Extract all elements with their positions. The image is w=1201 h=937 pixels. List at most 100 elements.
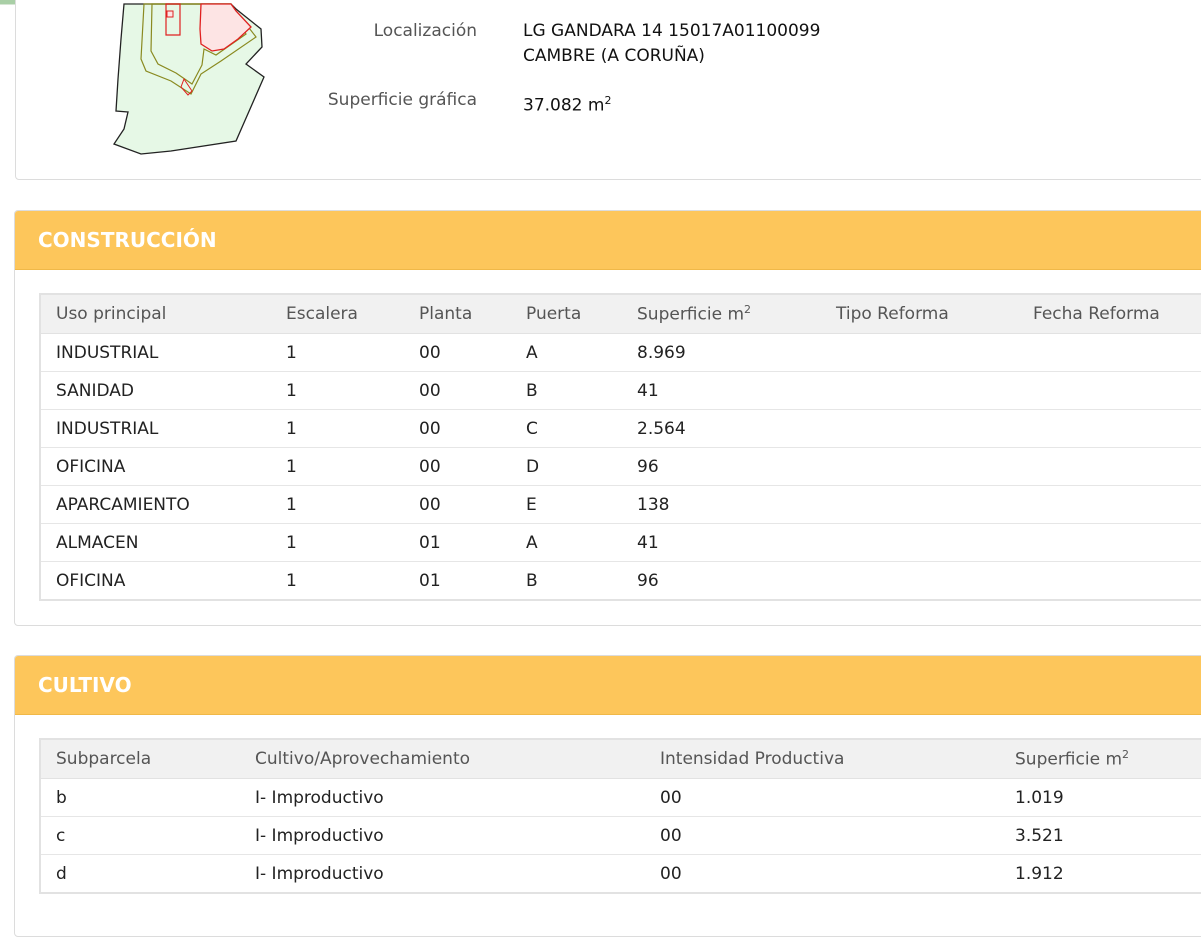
- construccion-table: Uso principal Escalera Planta Puerta Sup…: [41, 295, 1201, 599]
- construccion-title: CONSTRUCCIÓN: [38, 228, 217, 252]
- cell-superficie: 96: [622, 447, 821, 486]
- cell-tipo-reforma: [821, 371, 1018, 410]
- cell-fecha-reforma: [1018, 409, 1201, 448]
- cell-puerta: C: [511, 409, 622, 448]
- cell-uso: INDUSTRIAL: [41, 409, 271, 448]
- cell-cultivo: I- Improductivo: [240, 816, 645, 855]
- cultivo-header: CULTIVO: [15, 656, 1201, 715]
- cell-fecha-reforma: [1018, 523, 1201, 562]
- cell-tipo-reforma: [821, 409, 1018, 448]
- table-row: OFICINA 1 01 B 96: [41, 562, 1201, 600]
- location-label: Localización: [373, 21, 477, 41]
- parcel-map-image: [113, 3, 265, 155]
- col-planta: Planta: [404, 295, 511, 334]
- cell-tipo-reforma: [821, 562, 1018, 600]
- cell-uso: OFICINA: [41, 447, 271, 486]
- cell-subparcela: d: [56, 863, 67, 884]
- cell-intensidad: 00: [645, 778, 1000, 817]
- cell-superficie: 96: [637, 570, 659, 591]
- construccion-header: CONSTRUCCIÓN: [15, 211, 1201, 270]
- table-row: d I- Improductivo 00 1.912: [41, 855, 1201, 893]
- col-superficie-label: Superficie m: [637, 304, 745, 325]
- cell-superficie: 138: [622, 485, 821, 524]
- table-row: INDUSTRIAL 1 00 C 2.564: [41, 409, 1201, 448]
- cell-puerta: A: [511, 333, 622, 372]
- cell-escalera: 1: [271, 447, 404, 486]
- cell-escalera: 1: [271, 371, 404, 410]
- location-line-2: CAMBRE (A CORUÑA): [523, 46, 705, 66]
- cell-superficie: 2.564: [622, 409, 821, 448]
- col-fecha-reforma: Fecha Reforma: [1018, 295, 1201, 334]
- cell-puerta: E: [511, 485, 622, 524]
- cell-planta: 00: [404, 447, 511, 486]
- cell-escalera: 1: [271, 409, 404, 448]
- cell-subparcela: b: [41, 778, 240, 817]
- cell-uso: SANIDAD: [41, 371, 271, 410]
- col-intensidad-productiva: Intensidad Productiva: [645, 740, 1000, 779]
- cell-escalera: 1: [271, 523, 404, 562]
- cell-intensidad: 00: [645, 816, 1000, 855]
- area-value-text: 37.082 m: [523, 95, 605, 116]
- cell-tipo-reforma: [821, 523, 1018, 562]
- cultivo-title: CULTIVO: [38, 673, 132, 697]
- cell-tipo-reforma: [821, 485, 1018, 524]
- col-tipo-reforma: Tipo Reforma: [821, 295, 1018, 334]
- cell-fecha-reforma: [1018, 333, 1201, 372]
- cell-superficie: 41: [622, 523, 821, 562]
- cell-puerta: B: [526, 570, 538, 591]
- cell-planta: 01: [404, 523, 511, 562]
- cell-planta: 00: [404, 371, 511, 410]
- table-row: c I- Improductivo 00 3.521: [41, 816, 1201, 855]
- cultivo-table-wrap: Subparcela Cultivo/Aprovechamiento Inten…: [39, 738, 1201, 894]
- location-line-1: LG GANDARA 14 15017A01100099: [523, 21, 821, 41]
- cell-planta: 00: [404, 409, 511, 448]
- col-superficie-exp: 2: [1122, 748, 1130, 762]
- cell-superficie: 1.912: [1015, 863, 1064, 884]
- cell-cultivo: I- Improductivo: [240, 778, 645, 817]
- table-row: ALMACEN 1 01 A 41: [41, 523, 1201, 562]
- cell-uso: OFICINA: [56, 570, 126, 591]
- cell-puerta: D: [511, 447, 622, 486]
- cell-uso: ALMACEN: [41, 523, 271, 562]
- cell-puerta: A: [511, 523, 622, 562]
- area-unit-exponent: 2: [604, 94, 612, 107]
- col-puerta: Puerta: [511, 295, 622, 334]
- col-superficie-exp: 2: [744, 303, 752, 317]
- cell-planta: 01: [419, 570, 441, 591]
- cell-tipo-reforma: [821, 333, 1018, 372]
- cultivo-table: Subparcela Cultivo/Aprovechamiento Inten…: [41, 740, 1201, 892]
- cell-intensidad: 00: [660, 863, 682, 884]
- cell-cultivo: I- Improductivo: [255, 863, 384, 884]
- location-value: LG GANDARA 14 15017A01100099 CAMBRE (A C…: [523, 19, 820, 69]
- cell-uso: INDUSTRIAL: [41, 333, 271, 372]
- cell-escalera: 1: [271, 485, 404, 524]
- construccion-table-wrap: Uso principal Escalera Planta Puerta Sup…: [39, 293, 1201, 601]
- col-subparcela: Subparcela: [41, 740, 240, 779]
- table-row: SANIDAD 1 00 B 41: [41, 371, 1201, 410]
- cell-planta: 00: [404, 485, 511, 524]
- cell-escalera: 1: [286, 570, 297, 591]
- col-superficie: Superficie m2: [622, 295, 821, 334]
- cell-planta: 00: [404, 333, 511, 372]
- cell-superficie: 41: [622, 371, 821, 410]
- col-superficie-label: Superficie m: [1015, 749, 1123, 770]
- cell-fecha-reforma: [1018, 371, 1201, 410]
- cell-tipo-reforma: [821, 447, 1018, 486]
- cell-fecha-reforma: [1018, 485, 1201, 524]
- table-row: b I- Improductivo 00 1.019: [41, 778, 1201, 817]
- col-escalera: Escalera: [271, 295, 404, 334]
- col-uso-principal: Uso principal: [41, 295, 271, 334]
- area-value: 37.082 m2: [523, 88, 611, 119]
- cell-escalera: 1: [271, 333, 404, 372]
- table-row: INDUSTRIAL 1 00 A 8.969: [41, 333, 1201, 372]
- table-row: APARCAMIENTO 1 00 E 138: [41, 485, 1201, 524]
- cell-puerta: B: [511, 371, 622, 410]
- construccion-header-row: Uso principal Escalera Planta Puerta Sup…: [41, 295, 1201, 334]
- cell-fecha-reforma: [1018, 447, 1201, 486]
- cell-subparcela: c: [41, 816, 240, 855]
- area-label: Superficie gráfica: [327, 90, 477, 110]
- cultivo-header-row: Subparcela Cultivo/Aprovechamiento Inten…: [41, 740, 1201, 779]
- parcel-info-panel: Localización LG GANDARA 14 15017A0110009…: [15, 0, 1201, 180]
- cell-superficie: 8.969: [622, 333, 821, 372]
- cell-superficie: 1.019: [1000, 778, 1201, 817]
